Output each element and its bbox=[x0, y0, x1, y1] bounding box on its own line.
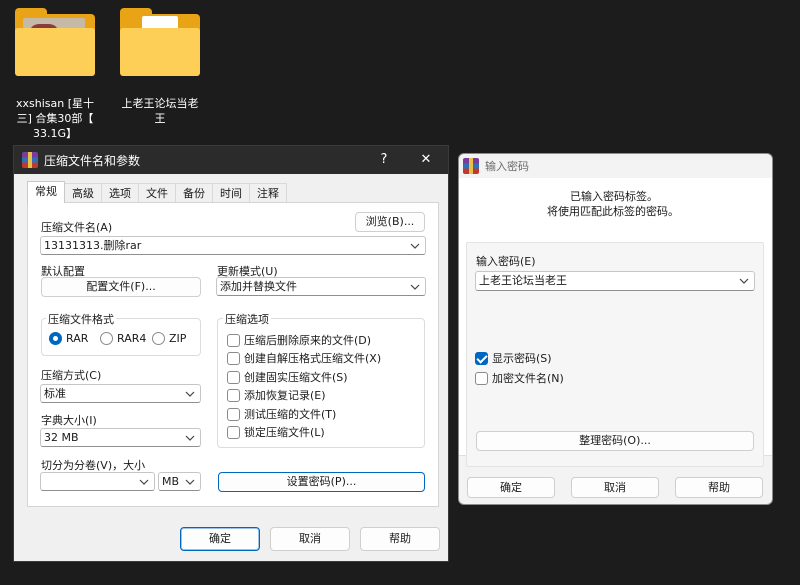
archive-dialog-titlebar[interactable]: 压缩文件名和参数 ? ✕ bbox=[14, 146, 448, 174]
folder-icon bbox=[120, 8, 200, 76]
winrar-icon bbox=[22, 152, 38, 168]
archive-dialog-title: 压缩文件名和参数 bbox=[44, 153, 141, 168]
checkbox-icon bbox=[475, 371, 488, 385]
format-rar-radio[interactable]: RAR bbox=[49, 332, 88, 345]
help-icon[interactable]: ? bbox=[366, 146, 402, 174]
winrar-icon bbox=[463, 158, 479, 174]
method-label: 压缩方式(C) bbox=[41, 369, 102, 382]
desktop-item-label: xxshisan [星十 三] 合集30部【 33.1G】 bbox=[15, 97, 94, 140]
encrypt-filenames-checkbox[interactable]: 加密文件名(N) bbox=[475, 370, 564, 386]
split-unit-value: MB bbox=[162, 475, 180, 488]
password-input-label: 输入密码(E) bbox=[476, 255, 536, 268]
option-test-files[interactable]: 测试压缩的文件(T) bbox=[227, 406, 336, 422]
tab-files[interactable]: 文件 bbox=[138, 183, 176, 203]
tab-advanced[interactable]: 高级 bbox=[64, 183, 102, 203]
checkbox-icon bbox=[227, 351, 240, 365]
password-cancel-button[interactable]: 取消 bbox=[571, 477, 659, 498]
checkbox-icon bbox=[227, 425, 240, 439]
password-value: 上老王论坛当老王 bbox=[479, 274, 567, 287]
set-password-button[interactable]: 设置密码(P)... bbox=[218, 472, 425, 492]
tab-general[interactable]: 常规 bbox=[27, 181, 65, 203]
archive-name-label: 压缩文件名(A) bbox=[41, 221, 113, 234]
option-lock-archive[interactable]: 锁定压缩文件(L) bbox=[227, 424, 325, 440]
options-group-title: 压缩选项 bbox=[223, 311, 271, 327]
chevron-down-icon[interactable] bbox=[739, 278, 749, 284]
checkbox-icon bbox=[227, 407, 240, 421]
archive-tabs: 常规 高级 选项 文件 备份 时间 注释 bbox=[27, 181, 287, 203]
archive-ok-button[interactable]: 确定 bbox=[180, 527, 260, 551]
folder-icon bbox=[15, 8, 95, 76]
tab-options[interactable]: 选项 bbox=[101, 183, 139, 203]
method-select[interactable]: 标准 bbox=[40, 384, 201, 403]
checkbox-icon bbox=[227, 333, 240, 347]
chevron-down-icon[interactable] bbox=[410, 284, 420, 290]
browse-button[interactable]: 浏览(B)... bbox=[355, 212, 425, 232]
dict-label: 字典大小(I) bbox=[41, 414, 97, 427]
password-help-button[interactable]: 帮助 bbox=[675, 477, 763, 498]
format-zip-radio[interactable]: ZIP bbox=[152, 332, 186, 345]
archive-name-value: 13131313.删除rar bbox=[44, 239, 142, 252]
chevron-down-icon[interactable] bbox=[185, 479, 195, 485]
password-ok-button[interactable]: 确定 bbox=[467, 477, 555, 498]
checkbox-checked-icon bbox=[475, 351, 488, 365]
archive-name-input[interactable]: 13131313.删除rar bbox=[40, 236, 426, 255]
desktop-folder-laowang[interactable]: 上老王论坛当老 王 bbox=[113, 8, 207, 126]
radio-selected-icon bbox=[49, 332, 62, 345]
desktop-item-label: 上老王论坛当老 王 bbox=[121, 97, 199, 125]
profile-button[interactable]: 配置文件(F)... bbox=[41, 277, 201, 297]
option-recovery-record[interactable]: 添加恢复记录(E) bbox=[227, 387, 326, 403]
option-solid[interactable]: 创建固实压缩文件(S) bbox=[227, 369, 348, 385]
organize-passwords-button[interactable]: 整理密码(O)... bbox=[476, 431, 754, 451]
radio-icon bbox=[152, 332, 165, 345]
chevron-down-icon[interactable] bbox=[139, 479, 149, 485]
archive-help-button[interactable]: 帮助 bbox=[360, 527, 440, 551]
desktop-folder-xxshisan[interactable]: xxshisan [星十 三] 合集30部【 33.1G】 bbox=[8, 8, 102, 141]
update-mode-value: 添加并替换文件 bbox=[220, 280, 297, 293]
password-input[interactable]: 上老王论坛当老王 bbox=[475, 271, 755, 291]
option-delete-after[interactable]: 压缩后删除原来的文件(D) bbox=[227, 332, 371, 348]
show-password-checkbox[interactable]: 显示密码(S) bbox=[475, 350, 552, 366]
dict-select[interactable]: 32 MB bbox=[40, 428, 201, 447]
split-size-input[interactable] bbox=[40, 472, 155, 491]
chevron-down-icon[interactable] bbox=[410, 243, 420, 249]
password-message-line2: 将使用匹配此标签的密码。 bbox=[547, 205, 679, 218]
split-unit-select[interactable]: MB bbox=[158, 472, 201, 491]
password-message-line1: 已输入密码标签。 bbox=[570, 190, 658, 203]
split-label: 切分为分卷(V)，大小 bbox=[41, 459, 146, 472]
password-dialog-titlebar[interactable]: 输入密码 bbox=[459, 154, 772, 178]
format-rar4-radio[interactable]: RAR4 bbox=[100, 332, 146, 345]
chevron-down-icon[interactable] bbox=[185, 435, 195, 441]
radio-icon bbox=[100, 332, 113, 345]
chevron-down-icon[interactable] bbox=[185, 391, 195, 397]
checkbox-icon bbox=[227, 388, 240, 402]
dict-value: 32 MB bbox=[44, 431, 79, 444]
option-sfx[interactable]: 创建自解压格式压缩文件(X) bbox=[227, 350, 381, 366]
update-mode-select[interactable]: 添加并替换文件 bbox=[216, 277, 426, 296]
archive-cancel-button[interactable]: 取消 bbox=[270, 527, 350, 551]
tab-time[interactable]: 时间 bbox=[212, 183, 250, 203]
format-group-title: 压缩文件格式 bbox=[46, 311, 116, 327]
tab-comment[interactable]: 注释 bbox=[249, 183, 287, 203]
checkbox-icon bbox=[227, 370, 240, 384]
close-icon[interactable]: ✕ bbox=[408, 146, 444, 174]
tab-backup[interactable]: 备份 bbox=[175, 183, 213, 203]
password-dialog-title: 输入密码 bbox=[485, 160, 529, 173]
method-value: 标准 bbox=[44, 387, 66, 400]
